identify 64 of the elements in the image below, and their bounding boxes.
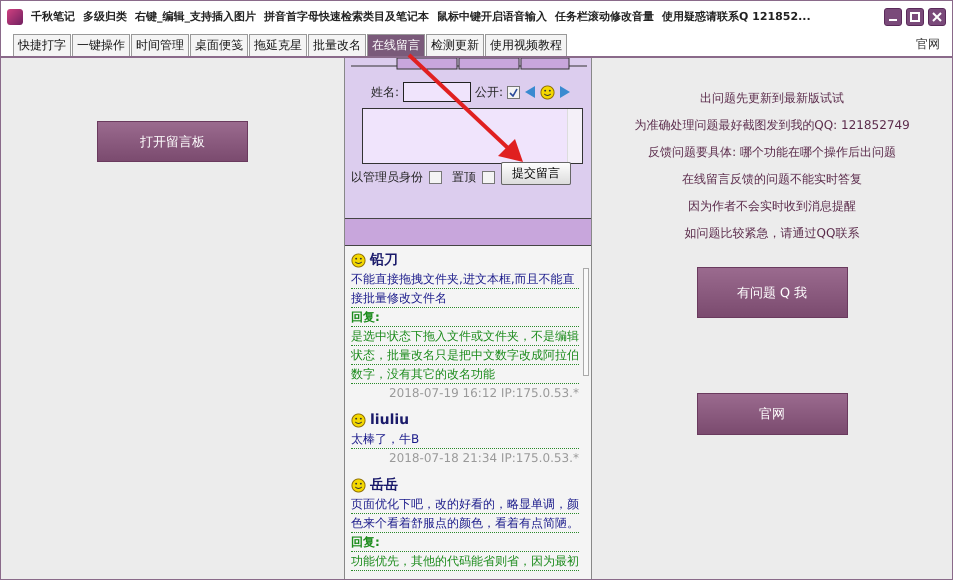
close-icon: [932, 12, 942, 22]
tab[interactable]: 使用视频教程: [485, 34, 567, 56]
reply-text: 功能优先，其他的代码能省则省，因为最初: [351, 552, 579, 571]
reply-text: 是选中状态下拖入文件或文件夹，不是编辑: [351, 327, 579, 346]
reply-label: 回复:: [351, 533, 579, 552]
tab[interactable]: 拖延克星: [249, 34, 307, 56]
tab[interactable]: 时间管理: [131, 34, 189, 56]
maximize-button[interactable]: [906, 8, 924, 26]
public-label: 公开:: [475, 84, 504, 100]
smiley-icon: [540, 84, 556, 100]
reply-text: 数字，没有其它的改名功能: [351, 365, 579, 384]
message-meta: 2018-07-19 16:12 IP:175.0.53.*: [388, 385, 579, 402]
message-meta: 2018-07-18 21:34 IP:175.0.53.*: [388, 450, 579, 467]
smiley-icon: [351, 412, 366, 428]
name-field[interactable]: [403, 82, 472, 102]
minimize-icon: [889, 18, 897, 20]
notice-text: 为准确处理问题最好截图发到我的QQ: 121852749: [634, 117, 910, 134]
website-button[interactable]: 官网: [696, 393, 848, 435]
tab[interactable]: 检测更新: [426, 34, 484, 56]
open-board-button[interactable]: 打开留言板: [97, 121, 248, 162]
tab[interactable]: 一键操作: [72, 34, 130, 56]
tab[interactable]: 在线留言: [367, 34, 425, 56]
author-name: liuliu: [370, 412, 410, 428]
reply-label: 回复:: [351, 308, 579, 327]
window-title: 鼠标中键开启语音输入: [437, 9, 547, 24]
window-title: 使用疑惑请联系Q 121852...: [662, 9, 811, 24]
tab[interactable]: 快捷打字: [13, 34, 71, 56]
website-link[interactable]: 官网: [916, 36, 940, 53]
checkbox[interactable]: [482, 171, 495, 184]
author-name: 铅刀: [370, 251, 398, 269]
window-title: 任务栏滚动修改音量: [555, 9, 654, 24]
message-text: 色来个看着舒服点的颜色，看着有点简陋。: [351, 514, 579, 533]
notice-text: 在线留言反馈的问题不能实时答复: [682, 171, 862, 188]
name-label: 姓名:: [371, 84, 400, 100]
reply-text: 状态，批量改名只是把中文数字改成阿拉伯: [351, 346, 579, 365]
notice-text: 反馈问题要具体: 哪个功能在哪个操作后出问题: [648, 144, 896, 161]
author-name: 岳岳: [370, 476, 398, 494]
submit-button[interactable]: 提交留言: [501, 162, 571, 185]
message-text: 页面优化下吧，改的好看的，略显单调，颜: [351, 495, 579, 514]
tab[interactable]: 桌面便笺: [190, 34, 248, 56]
notice-text: 出问题先更新到最新版试试: [700, 90, 844, 107]
tab[interactable]: 批量改名: [308, 34, 366, 56]
contact-button[interactable]: 有问题 Q 我: [696, 267, 848, 318]
window-title: 多级归类: [83, 9, 127, 24]
window-title: 千秋笔记: [31, 9, 75, 24]
maximize-icon: [910, 12, 920, 22]
notice-text: 如问题比较紧急，请通过QQ联系: [684, 225, 860, 242]
message-field[interactable]: [362, 108, 583, 164]
message-text: 太棒了，牛B: [351, 430, 579, 449]
close-button[interactable]: [928, 8, 946, 26]
smiley-icon: [351, 478, 366, 492]
message-text: 不能直接拖拽文件夹,进文本框,而且不能直: [351, 270, 579, 289]
scrollbar[interactable]: [583, 268, 589, 376]
checkbox[interactable]: [429, 171, 442, 184]
message-text: 接批量修改文件名: [351, 289, 579, 308]
admin-label: 以管理员身份: [351, 169, 423, 186]
smiley-icon: [351, 252, 366, 268]
notice-text: 因为作者不会实时收到消息提醒: [688, 198, 856, 215]
window-title: 右键_编辑_支持插入图片: [135, 9, 256, 24]
checkbox[interactable]: [507, 86, 520, 98]
window-title: 拼音首字母快速检索类目及笔记本: [264, 9, 429, 24]
minimize-button[interactable]: [884, 8, 902, 26]
pin-label: 置顶: [452, 169, 476, 186]
app-icon: [7, 8, 23, 24]
